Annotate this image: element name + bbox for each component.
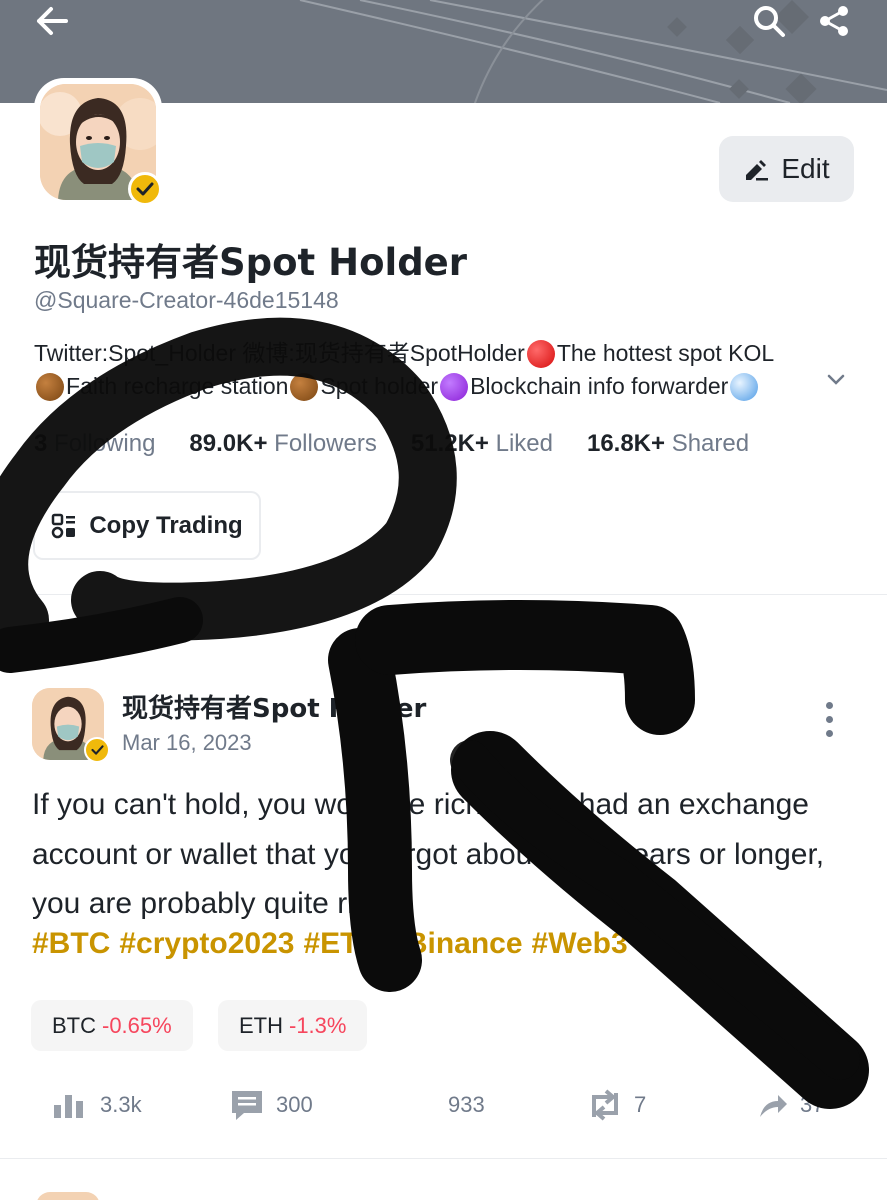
stat-value: 89.0K+ bbox=[189, 430, 268, 457]
profile-avatar-frame bbox=[34, 78, 162, 206]
bio-text: Spot holder bbox=[320, 373, 439, 399]
verified-badge-icon bbox=[84, 737, 110, 763]
bio-text: Blockchain info forwarder bbox=[470, 373, 729, 399]
stat-followers[interactable]: 89.0K+ Followers bbox=[189, 430, 376, 458]
bio-text: Faith recharge station bbox=[66, 373, 289, 399]
share-arrow-icon bbox=[760, 1095, 787, 1117]
bio-line-2: Faith recharge station Spot holder Block… bbox=[34, 370, 854, 403]
red-circle-icon bbox=[526, 339, 555, 368]
bio-text: The hottest spot KOL bbox=[556, 340, 775, 366]
stat-shared: 16.8K+ Shared bbox=[587, 430, 749, 458]
coin-chip-eth[interactable]: ETH -1.3% bbox=[218, 1000, 368, 1051]
share-post-button[interactable]: 37 bbox=[758, 1085, 824, 1125]
stat-value: 16.8K+ bbox=[586, 430, 666, 457]
stat-value: 51.2K+ bbox=[410, 430, 489, 457]
likes-count: 933 bbox=[448, 1092, 485, 1117]
post-hashtags: #BTC #crypto2023 #ETH #Binance #Web3 bbox=[32, 927, 637, 961]
copy-trading-icon bbox=[52, 513, 76, 538]
edit-pen-icon bbox=[746, 160, 769, 181]
verified-badge-icon bbox=[128, 172, 162, 206]
profile-bio: Twitter:Spot_Holder 微博:现货持有者SpotHolder T… bbox=[34, 337, 854, 403]
post-more-options-icon[interactable] bbox=[826, 702, 833, 737]
purple-circle-icon bbox=[440, 372, 469, 401]
coin-change: -0.65% bbox=[102, 1012, 172, 1038]
reposts-count: 7 bbox=[634, 1092, 647, 1117]
copy-trading-label: Copy Trading bbox=[89, 511, 243, 539]
repost-button[interactable]: 7 bbox=[588, 1085, 646, 1125]
stat-label: Followers bbox=[274, 430, 377, 457]
coin-chip-btc[interactable]: BTC -0.65% bbox=[31, 1000, 193, 1051]
views-count: 3.3k bbox=[100, 1092, 142, 1117]
search-icon[interactable] bbox=[750, 2, 788, 40]
post-actions-bar: 3.3k 300 933 7 37 bbox=[0, 1085, 887, 1125]
coin-change: -1.3% bbox=[289, 1012, 347, 1038]
comment-icon bbox=[232, 1091, 262, 1120]
back-arrow-icon[interactable] bbox=[33, 2, 71, 40]
edit-label: Edit bbox=[781, 153, 830, 184]
like-button[interactable]: 933 bbox=[448, 1085, 485, 1125]
profile-stats: 3 Following 89.0K+ Followers 51.2K+ Like… bbox=[34, 430, 749, 458]
bio-line-1: Twitter:Spot_Holder 微博:现货持有者SpotHolder T… bbox=[34, 337, 854, 370]
brown-circle-icon bbox=[290, 372, 319, 401]
section-divider bbox=[0, 594, 887, 595]
share-icon[interactable] bbox=[815, 2, 853, 40]
pinned-text: PINNED bbox=[62, 633, 144, 655]
views-stat: 3.3k bbox=[52, 1085, 142, 1125]
stat-liked: 51.2K+ Liked bbox=[411, 430, 553, 458]
blue-circle-icon bbox=[730, 372, 759, 401]
hashtag-link[interactable]: #ETH bbox=[303, 927, 380, 960]
hashtag-link[interactable]: #Binance bbox=[389, 927, 522, 960]
brown-circle-icon bbox=[36, 372, 64, 401]
hashtag-link[interactable]: #BTC bbox=[32, 927, 110, 960]
comments-count: 300 bbox=[276, 1092, 313, 1117]
hashtag-link[interactable]: #Web3 bbox=[532, 927, 628, 960]
hashtag-link[interactable]: #crypto2023 bbox=[119, 927, 294, 960]
stat-following[interactable]: 3 Following bbox=[34, 430, 155, 458]
bar-chart-icon bbox=[54, 1095, 83, 1118]
expand-bio-chevron-icon[interactable] bbox=[826, 372, 846, 391]
post-author-name[interactable]: 现货持有者Spot Holder bbox=[122, 688, 426, 725]
post-date: Mar 16, 2023 bbox=[122, 730, 252, 755]
profile-handle: @Square-Creator-46de15148 bbox=[34, 287, 339, 313]
stat-label: Shared bbox=[671, 430, 750, 457]
profile-name: 现货持有者Spot Holder bbox=[34, 241, 468, 284]
post-body-text: If you can't hold, you won't be rich! if… bbox=[32, 788, 825, 920]
stat-label: Liked bbox=[495, 430, 553, 457]
coin-symbol: BTC bbox=[52, 1012, 96, 1038]
section-divider bbox=[0, 1158, 887, 1159]
pinned-label: PINNED bbox=[34, 633, 144, 656]
stat-value: 3 bbox=[34, 430, 48, 457]
pin-icon bbox=[34, 635, 54, 655]
stat-label: Following bbox=[54, 430, 156, 457]
edit-profile-button[interactable]: Edit bbox=[719, 136, 854, 202]
bio-text: Twitter:Spot_Holder 微博:现货持有者SpotHolder bbox=[34, 340, 525, 366]
copy-trading-button[interactable]: Copy Trading bbox=[33, 491, 261, 560]
next-post-avatar bbox=[36, 1192, 100, 1200]
coin-symbol: ETH bbox=[239, 1012, 283, 1038]
comment-button[interactable]: 300 bbox=[230, 1085, 313, 1125]
shares-count: 37 bbox=[800, 1092, 825, 1117]
repost-icon bbox=[592, 1089, 618, 1121]
